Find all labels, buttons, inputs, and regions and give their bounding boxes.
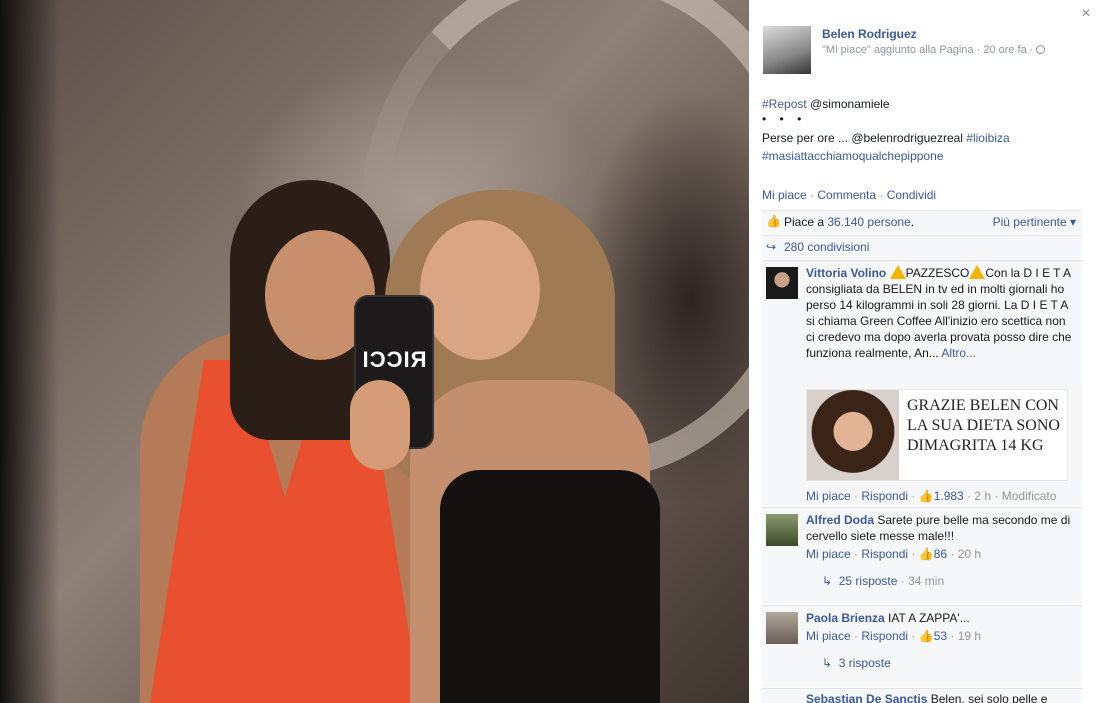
comment-text-b: Con la D I E T A consigliata da BELEN in… bbox=[806, 266, 1072, 360]
close-icon[interactable]: × bbox=[1075, 0, 1097, 28]
post-meta-text: "Mi piace" aggiunto alla Pagina · 20 ore… bbox=[822, 44, 1034, 56]
post-photo[interactable]: RICCI bbox=[0, 0, 749, 703]
post-meta: "Mi piace" aggiunto alla Pagina · 20 ore… bbox=[822, 44, 1046, 56]
reply-link[interactable]: Rispondi bbox=[861, 489, 908, 503]
comment-text: Vittoria Volino PAZZESCO Con la D I E T A… bbox=[806, 265, 1076, 361]
comment: Vittoria Volino PAZZESCO Con la D I E T A… bbox=[762, 260, 1082, 506]
comment-meta: Mi piace · Rispondi · 👍1.983 · 2 h · Mod… bbox=[806, 489, 1057, 503]
share-arrow-icon: ↪ bbox=[766, 240, 777, 254]
post-text: #Repost @simonamiele • • • Perse per ore… bbox=[762, 95, 1082, 165]
comment: Alfred Doda Sarete pure belle ma secondo… bbox=[762, 507, 1082, 604]
thumbs-up-icon: 👍 bbox=[766, 214, 781, 228]
post-dots: • • • bbox=[762, 112, 807, 126]
comment: Sebastian De Sanctis Belen, sei solo pel… bbox=[762, 688, 1082, 703]
attachment-image bbox=[807, 390, 899, 480]
comment-time[interactable]: 2 h bbox=[974, 489, 991, 503]
hashtag-masiattacchiamo[interactable]: #masiattacchiamoqualchepippone bbox=[762, 149, 943, 163]
comment-likes[interactable]: 53 bbox=[934, 629, 947, 643]
reply-arrow-icon: ↳ bbox=[822, 656, 833, 670]
reply-link[interactable]: Rispondi bbox=[861, 547, 908, 561]
replies-time: 34 min bbox=[908, 574, 945, 588]
woman-right-face bbox=[420, 220, 540, 360]
post-body: Perse per ore ... @belenrodriguezreal bbox=[762, 131, 967, 145]
comment-meta: Mi piace · Rispondi · 👍86 · 20 h bbox=[806, 547, 982, 561]
comment-text: Paola Brienza IAT A ZAPPA'... bbox=[806, 610, 1076, 626]
comment-text: Sebastian De Sanctis Belen, sei solo pel… bbox=[806, 691, 1076, 703]
reply-link[interactable]: Rispondi bbox=[861, 629, 908, 643]
like-link[interactable]: Mi piace bbox=[806, 547, 851, 561]
commenter-name[interactable]: Paola Brienza bbox=[806, 611, 885, 625]
black-dress bbox=[440, 470, 660, 703]
thumbs-up-icon: 👍 bbox=[918, 547, 934, 561]
commenter-name[interactable]: Alfred Doda bbox=[806, 513, 874, 527]
comment-text-a: PAZZESCO bbox=[905, 266, 970, 280]
comment-likes[interactable]: 1.983 bbox=[934, 489, 964, 503]
comment-time[interactable]: 20 h bbox=[958, 547, 981, 561]
shares-bar[interactable]: ↪ 280 condivisioni bbox=[762, 235, 1082, 259]
post-panel: × Belen Rodriguez "Mi piace" aggiunto al… bbox=[749, 0, 1097, 703]
likes-bar: 👍 Piace a 36.140 persone. Più pertinente… bbox=[762, 210, 1082, 234]
shares-count[interactable]: 280 condivisioni bbox=[784, 240, 869, 254]
photo-shadow bbox=[0, 0, 60, 703]
likes-count[interactable]: 36.140 persone bbox=[827, 215, 910, 229]
edited-label[interactable]: Modificato bbox=[1002, 489, 1057, 503]
commenter-name[interactable]: Sebastian De Sanctis bbox=[806, 692, 927, 703]
likes-suffix: . bbox=[910, 215, 915, 229]
warning-icon bbox=[889, 265, 906, 279]
comment-likes[interactable]: 86 bbox=[934, 547, 947, 561]
replies-count[interactable]: 25 risposte bbox=[839, 574, 898, 588]
hashtag-repost[interactable]: #Repost bbox=[762, 97, 807, 111]
attachment-caption: GRAZIE BELEN CON LA SUA DIETA SONO DIMAG… bbox=[907, 397, 1060, 454]
comment-order-dropdown[interactable]: Più pertinente ▾ bbox=[993, 211, 1076, 233]
like-link[interactable]: Mi piace bbox=[806, 489, 851, 503]
comment-attachment[interactable]: GRAZIE BELEN CON LA SUA DIETA SONO DIMAG… bbox=[806, 389, 1068, 481]
phone-case-text: RICCI bbox=[361, 347, 427, 372]
thumbs-up-icon: 👍 bbox=[918, 489, 934, 503]
page-avatar[interactable] bbox=[763, 26, 811, 74]
replies-link[interactable]: ↳ 3 risposte bbox=[822, 656, 891, 670]
avatar[interactable] bbox=[766, 612, 798, 644]
separator: · bbox=[876, 188, 887, 202]
likes-prefix: Piace a bbox=[784, 215, 828, 229]
globe-icon bbox=[1036, 45, 1046, 54]
share-link[interactable]: Condividi bbox=[887, 188, 936, 202]
avatar[interactable] bbox=[766, 514, 798, 546]
page-name[interactable]: Belen Rodriguez bbox=[822, 27, 917, 41]
comment-body: Belen, sei solo pelle e bbox=[930, 692, 1048, 703]
like-link[interactable]: Mi piace bbox=[806, 629, 851, 643]
commenter-name[interactable]: Vittoria Volino bbox=[806, 266, 886, 280]
avatar[interactable] bbox=[766, 267, 798, 299]
hashtag-lioibiza[interactable]: #lioibiza bbox=[966, 131, 1009, 145]
separator: · bbox=[806, 188, 818, 202]
comment-link[interactable]: Commenta bbox=[817, 188, 876, 202]
thumbs-up-icon: 👍 bbox=[918, 629, 934, 643]
reply-arrow-icon: ↳ bbox=[822, 574, 833, 588]
hand bbox=[350, 380, 410, 470]
comment-text: Alfred Doda Sarete pure belle ma secondo… bbox=[806, 512, 1076, 544]
post-actions: Mi piace · Commenta · Condividi bbox=[762, 188, 936, 202]
replies-count[interactable]: 3 risposte bbox=[839, 656, 891, 670]
replies-link[interactable]: ↳ 25 risposte · 34 min bbox=[822, 574, 944, 588]
more-link[interactable]: Altro... bbox=[941, 346, 976, 360]
comment-meta: Mi piace · Rispondi · 👍53 · 19 h bbox=[806, 629, 982, 643]
repost-user: @simonamiele bbox=[806, 97, 890, 111]
comment-body: IAT A ZAPPA'... bbox=[888, 611, 970, 625]
comment: Paola Brienza IAT A ZAPPA'... Mi piace ·… bbox=[762, 605, 1082, 687]
like-link[interactable]: Mi piace bbox=[762, 188, 807, 202]
comment-time[interactable]: 19 h bbox=[958, 629, 981, 643]
warning-icon bbox=[969, 265, 986, 279]
